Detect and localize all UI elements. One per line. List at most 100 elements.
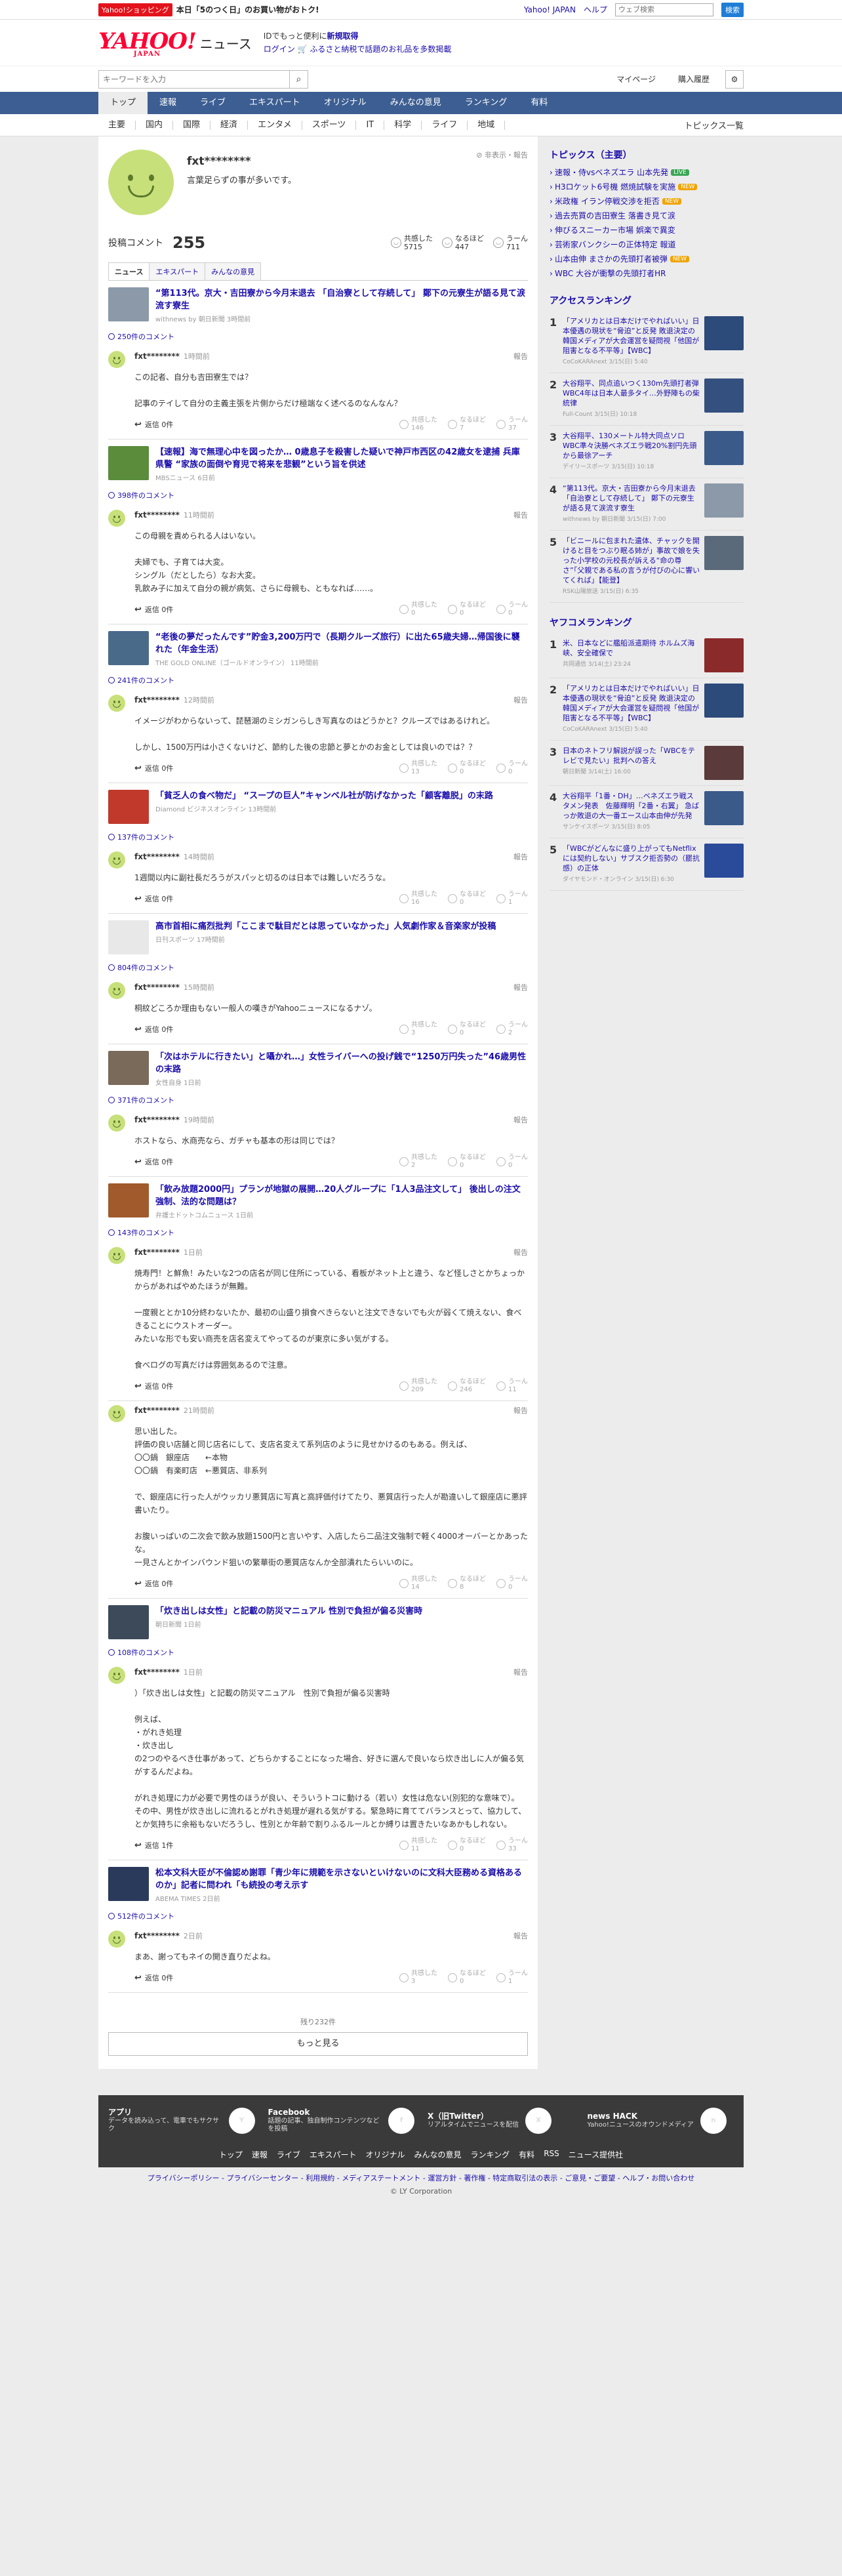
comment-tab[interactable]: みんなの意見 <box>205 262 262 280</box>
reply-button[interactable]: ↩ 返信 0件 <box>134 604 173 615</box>
reply-button[interactable]: ↩ 返信 0件 <box>134 1381 173 1391</box>
footer-promo[interactable]: X（旧Twitter） リアルタイムでニュースを配信 X <box>428 2108 574 2134</box>
reaction-button[interactable]: なるほど 0 <box>448 891 486 907</box>
reaction-button[interactable]: 共感した 16 <box>399 891 437 907</box>
commenter-name[interactable]: fxt******** <box>134 1115 180 1124</box>
reaction-button[interactable]: 共感した 2 <box>399 1154 437 1170</box>
ranking-title[interactable]: 米、日本などに艦船派遣期待 ホルムズ海峡、安全確保で <box>563 638 700 658</box>
reaction-button[interactable]: なるほど 0 <box>448 1021 486 1037</box>
furusato-link[interactable]: ふるさと納税で話題のお礼品を多数掲載 <box>310 45 451 54</box>
topic-text[interactable]: 過去売買の吉田寮生 落書き見て涙 <box>555 211 675 220</box>
article-card[interactable]: “第113代。京大・吉田寮から今月末退去 「自治寮として存続して」 鄭下の元寮生… <box>108 287 528 323</box>
reaction-button[interactable]: なるほど 246 <box>448 1378 486 1394</box>
report-link[interactable]: 報告 <box>513 1247 528 1257</box>
comment-tab[interactable]: エキスパート <box>149 262 206 280</box>
web-search-button[interactable]: 検索 <box>721 2 744 17</box>
reaction-button[interactable]: なるほど 0 <box>448 760 486 776</box>
comment-count-link[interactable]: 371件のコメント <box>108 1095 528 1105</box>
comment-count-link[interactable]: 137件のコメント <box>108 832 528 842</box>
reaction-button[interactable]: うーん 0 <box>496 760 528 776</box>
report-link[interactable]: 報告 <box>513 1114 528 1125</box>
reply-button[interactable]: ↩ 返信 0件 <box>134 893 173 904</box>
article-thumbnail[interactable] <box>108 920 149 954</box>
report-link[interactable]: 報告 <box>513 510 528 520</box>
topic-item[interactable]: 米政権 イラン停戦交渉を拒否NEW <box>550 194 744 209</box>
footer-promo-title[interactable]: Facebook <box>268 2108 382 2116</box>
article-card[interactable]: 「貧乏人の食べ物だ」 “スープの巨人”キャンベル社が防げなかった「顧客離脱」の末… <box>108 790 528 824</box>
category-link[interactable]: 経済 <box>210 120 249 130</box>
ranking-title[interactable]: 日本のネトフリ解説が誤った「WBCをテレビで見たい」批判への答え <box>563 746 700 766</box>
reaction-button[interactable]: うーん 1 <box>496 891 528 907</box>
web-search-input[interactable] <box>615 3 713 16</box>
reaction-button[interactable]: 共感した 209 <box>399 1378 437 1394</box>
topic-text[interactable]: 伸びるスニーカー市場 娯楽で異変 <box>555 226 675 235</box>
category-link[interactable]: エンタメ <box>248 120 302 130</box>
topic-item[interactable]: WBC 大谷が衝撃の先頭打者HR <box>550 266 744 281</box>
footer-nav-link[interactable]: 速報 <box>252 2149 268 2160</box>
report-link[interactable]: 報告 <box>513 1405 528 1416</box>
category-link[interactable]: 国際 <box>173 120 211 130</box>
article-title[interactable]: 「次はホテルに行きたい」と囁かれ…」女性ライバーへの投げ銭で“1250万円失った… <box>155 1051 528 1076</box>
login-link[interactable]: ログイン <box>264 45 295 54</box>
category-link[interactable]: 国内 <box>136 120 174 130</box>
article-thumbnail[interactable] <box>108 1605 149 1639</box>
topic-item[interactable]: H3ロケット6号機 燃焼試験を実施NEW <box>550 180 744 194</box>
ranking-thumbnail[interactable] <box>704 684 744 718</box>
commenter-name[interactable]: fxt******** <box>134 983 180 992</box>
report-link[interactable]: 報告 <box>513 982 528 992</box>
nav-tab[interactable]: ランキング <box>453 92 519 114</box>
footer-nav-link[interactable]: トップ <box>219 2149 243 2160</box>
ranking-title[interactable]: 大谷翔平「1番・DH」…ベネズエラ戦スタメン発表 佐藤輝明「2番・右翼」 急ばっ… <box>563 791 700 821</box>
footer-nav-link[interactable]: 有料 <box>519 2149 534 2160</box>
reaction-button[interactable]: うーん 2 <box>496 1021 528 1037</box>
footer-nav-link[interactable]: ライブ <box>277 2149 300 2160</box>
topic-text[interactable]: 芸術家バンクシーの正体特定 報道 <box>555 240 675 249</box>
more-button[interactable]: もっと見る <box>108 2032 528 2056</box>
commenter-name[interactable]: fxt******** <box>134 1248 180 1257</box>
topics-list-link[interactable]: トピックス一覧 <box>684 119 744 131</box>
article-card[interactable]: 「飲み放題2000円」プランが地獄の展開…20人グループに「1人3品注文して」 … <box>108 1183 528 1219</box>
category-link[interactable]: IT <box>356 120 385 130</box>
topic-item[interactable]: 伸びるスニーカー市場 娯楽で異変 <box>550 223 744 237</box>
ranking-text[interactable]: 「WBCがどんなに盛り上がってもNetflixには契約しない」サブスク拒否勢の（… <box>563 844 700 885</box>
comment-tab[interactable]: ニュース <box>108 262 150 280</box>
footer-nav-link[interactable]: オリジナル <box>366 2149 405 2160</box>
legal-links[interactable]: プライバシーポリシー - プライバシーセンター - 利用規約 - メディアステー… <box>0 2173 842 2183</box>
category-link[interactable]: スポーツ <box>302 120 357 130</box>
reaction-button[interactable]: 共感した 3 <box>399 1021 437 1037</box>
article-card[interactable]: 【速報】海で無理心中を図ったか… 0歳息子を殺害した疑いで神戸市西区の42歳女を… <box>108 446 528 482</box>
reaction-button[interactable]: うーん 11 <box>496 1378 528 1394</box>
reply-button[interactable]: ↩ 返信 0件 <box>134 1156 173 1167</box>
ranking-title[interactable]: 「アメリカとは日本だけでやればいい」日本優遇の現状を“脅迫”と反発 敗退決定の韓… <box>563 684 700 723</box>
article-card[interactable]: 「次はホテルに行きたい」と囁かれ…」女性ライバーへの投げ銭で“1250万円失った… <box>108 1051 528 1087</box>
ranking-item[interactable]: 2 「アメリカとは日本だけでやればいい」日本優遇の現状を“脅迫”と反発 敗退決定の… <box>550 678 744 741</box>
ranking-item[interactable]: 5 「WBCがどんなに盛り上がってもNetflixには契約しない」サブスク拒否勢の… <box>550 838 744 891</box>
ranking-text[interactable]: 大谷翔平、130メートル特大同点ソロ WBC準々決勝ベネズエラ戦20%割円先頭か… <box>563 431 700 472</box>
ranking-thumbnail[interactable] <box>704 316 744 350</box>
purchase-history-button[interactable]: 購入履歴 <box>672 71 716 87</box>
category-link[interactable]: 地域 <box>468 120 506 130</box>
topic-item[interactable]: 山本由伸 まさかの先頭打者被弾NEW <box>550 252 744 266</box>
news-search-input[interactable] <box>99 70 289 88</box>
reaction-button[interactable]: うーん 0 <box>496 602 528 617</box>
footer-nav-link[interactable]: RSS <box>544 2149 559 2160</box>
reaction-button[interactable]: 共感した 14 <box>399 1576 437 1591</box>
footer-promo-title[interactable]: news HACK <box>588 2112 694 2120</box>
article-thumbnail[interactable] <box>108 631 149 665</box>
reaction-button[interactable]: なるほど 0 <box>448 1154 486 1170</box>
gear-icon[interactable]: ⚙ <box>725 70 744 89</box>
reaction-button[interactable]: なるほど 0 <box>448 602 486 617</box>
footer-app-icon[interactable]: n <box>700 2108 727 2134</box>
topics-title[interactable]: トピックス（主要） <box>550 148 744 161</box>
category-link[interactable]: 科学 <box>384 120 422 130</box>
hide-report-button[interactable]: ⊘ 非表示・報告 <box>476 150 528 160</box>
footer-nav-link[interactable]: みんなの意見 <box>414 2149 462 2160</box>
ranking-item[interactable]: 5 「ビニールに包まれた遺体、チャックを開けると目をつぶり眠る姉が」事故で娘を失っ… <box>550 531 744 603</box>
footer-promo-title[interactable]: アプリ <box>108 2108 222 2116</box>
article-title[interactable]: 「飲み放題2000円」プランが地獄の展開…20人グループに「1人3品注文して」 … <box>155 1183 528 1208</box>
ranking-text[interactable]: 大谷翔平、同点追いつく130m先頭打者弾 WBC4年は日本人最多タイ…外野陣もの… <box>563 378 700 420</box>
reaction-button[interactable]: なるほど 7 <box>448 417 486 432</box>
article-thumbnail[interactable] <box>108 446 149 480</box>
ranking-text[interactable]: “第113代。京大・吉田寮から今月末退去「自治寮として存続して」 鄭下の元寮生が… <box>563 483 700 525</box>
yahoo-japan-link[interactable]: Yahoo! JAPAN <box>524 5 576 14</box>
